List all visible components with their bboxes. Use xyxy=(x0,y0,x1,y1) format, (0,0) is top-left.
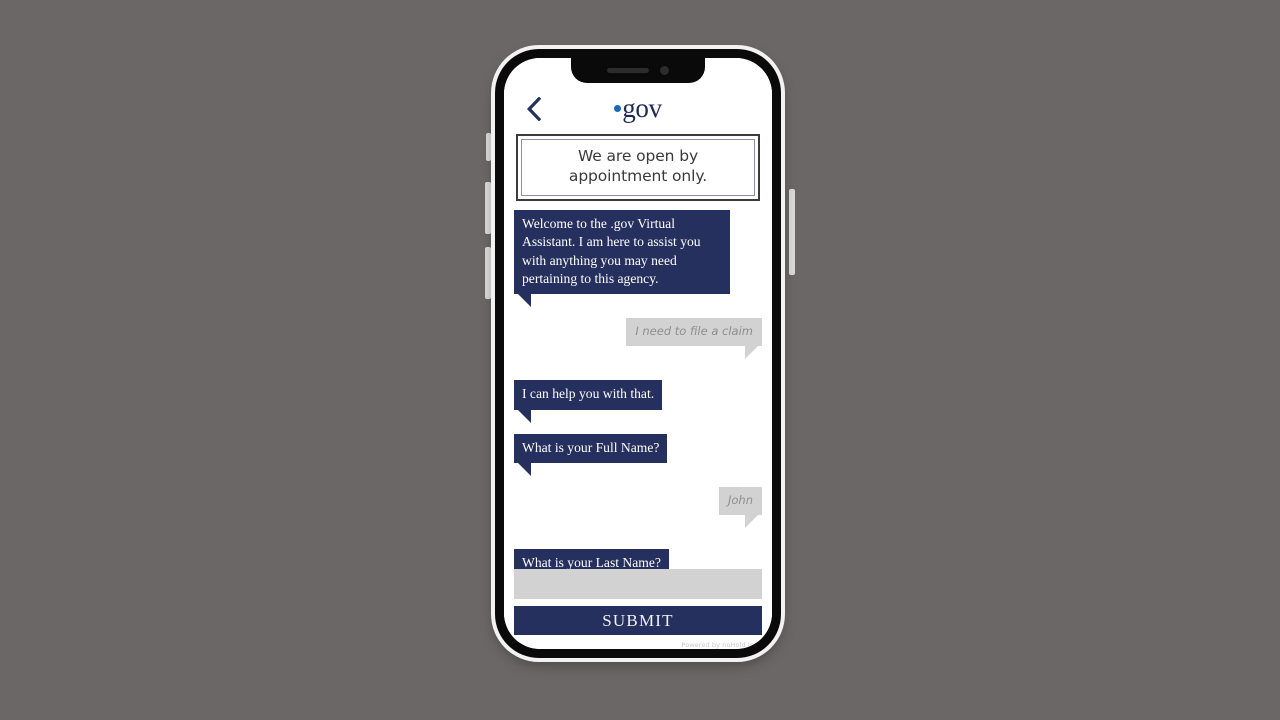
virtual-assistant-app: gov We are open by appointment only. Wel… xyxy=(504,58,772,649)
bot-message-row: Welcome to the .gov Virtual Assistant. I… xyxy=(514,209,762,318)
app-header: gov xyxy=(504,88,772,130)
announcement-banner: We are open by appointment only. xyxy=(516,134,760,201)
front-camera-icon xyxy=(660,66,669,75)
user-message-bubble: I need to file a claim xyxy=(626,318,762,360)
phone-silence-switch[interactable] xyxy=(486,133,491,161)
bot-message-bubble: What is your Last Name? xyxy=(514,548,669,569)
bot-message-row: I can help you with that. xyxy=(514,380,762,433)
phone-device: gov We are open by appointment only. Wel… xyxy=(485,49,795,671)
phone-body: gov We are open by appointment only. Wel… xyxy=(495,49,781,658)
message-input[interactable] xyxy=(514,569,762,599)
bot-message-bubble: What is your Full Name? xyxy=(514,433,668,477)
screenshot-stage: gov We are open by appointment only. Wel… xyxy=(0,0,1280,720)
phone-power-button[interactable] xyxy=(789,189,795,275)
chevron-left-icon xyxy=(526,97,541,121)
message-composer: SUBMIT xyxy=(504,569,772,635)
bot-message-row: What is your Last Name? xyxy=(514,548,762,569)
back-button[interactable] xyxy=(520,94,546,124)
chat-transcript[interactable]: Welcome to the .gov Virtual Assistant. I… xyxy=(504,201,772,569)
user-message-row: John xyxy=(514,486,762,539)
brand-dot-icon xyxy=(614,104,622,112)
phone-volume-up-button[interactable] xyxy=(485,182,491,234)
submit-button[interactable]: SUBMIT xyxy=(514,606,762,635)
bot-message-bubble: I can help you with that. xyxy=(514,380,663,424)
bot-message-bubble: Welcome to the .gov Virtual Assistant. I… xyxy=(514,209,730,308)
phone-notch xyxy=(571,58,705,83)
phone-screen: gov We are open by appointment only. Wel… xyxy=(504,58,772,649)
brand-logo: gov xyxy=(614,92,662,123)
bot-message-row: What is your Full Name? xyxy=(514,433,762,487)
powered-by-credit: Powered by noHold Inc. xyxy=(681,641,760,649)
brand-label: gov xyxy=(622,92,662,123)
user-message-row: I need to file a claim xyxy=(514,318,762,370)
phone-volume-down-button[interactable] xyxy=(485,247,491,299)
announcement-text: We are open by appointment only. xyxy=(521,139,755,196)
earpiece-speaker-icon xyxy=(607,68,649,73)
user-message-bubble: John xyxy=(718,486,762,528)
